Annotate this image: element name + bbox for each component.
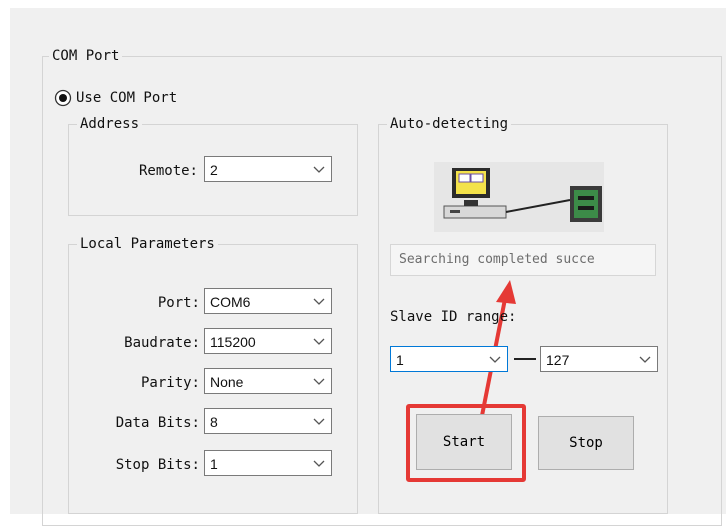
data-bits-select-value: 8 bbox=[210, 414, 218, 430]
chevron-down-icon bbox=[313, 166, 325, 173]
range-separator bbox=[514, 358, 536, 360]
stop-bits-select[interactable]: 1 bbox=[204, 450, 332, 476]
settings-panel: COM Port Use COM Port Address Remote: 2 … bbox=[10, 8, 726, 526]
auto-detecting-group-title: Auto-detecting bbox=[387, 115, 512, 133]
com-port-group-title: COM Port bbox=[49, 47, 123, 65]
parity-select[interactable]: None bbox=[204, 368, 332, 394]
baudrate-select-value: 115200 bbox=[210, 334, 256, 350]
slave-id-from-select[interactable]: 1 bbox=[390, 346, 508, 372]
local-parameters-group-title: Local Parameters bbox=[77, 235, 218, 253]
use-com-port-radio[interactable]: Use COM Port bbox=[54, 88, 224, 108]
radio-selected-icon bbox=[54, 89, 72, 107]
remote-label: Remote: bbox=[138, 163, 198, 179]
status-text-box: Searching completed succe bbox=[390, 244, 656, 276]
chevron-down-icon bbox=[489, 356, 501, 363]
use-com-port-label: Use COM Port bbox=[76, 90, 178, 106]
port-select[interactable]: COM6 bbox=[204, 288, 332, 314]
slave-id-range-label: Slave ID range: bbox=[390, 309, 517, 325]
stop-button[interactable]: Stop bbox=[538, 416, 634, 470]
slave-id-to-value: 127 bbox=[546, 352, 570, 368]
chevron-down-icon bbox=[313, 418, 325, 425]
stop-bits-label: Stop Bits: bbox=[115, 457, 200, 473]
remote-select[interactable]: 2 bbox=[204, 156, 332, 182]
computer-device-icon bbox=[434, 162, 604, 232]
chevron-down-icon bbox=[313, 460, 325, 467]
chevron-down-icon bbox=[313, 298, 325, 305]
status-text: Searching completed succe bbox=[399, 252, 595, 267]
baudrate-label: Baudrate: bbox=[124, 335, 200, 351]
slave-id-to-select[interactable]: 127 bbox=[540, 346, 658, 372]
chevron-down-icon bbox=[313, 338, 325, 345]
baudrate-select[interactable]: 115200 bbox=[204, 328, 332, 354]
port-select-value: COM6 bbox=[210, 294, 251, 310]
data-bits-label: Data Bits: bbox=[115, 415, 200, 431]
parity-select-value: None bbox=[210, 374, 244, 390]
stop-bits-select-value: 1 bbox=[210, 456, 218, 472]
slave-id-from-value: 1 bbox=[396, 352, 404, 368]
data-bits-select[interactable]: 8 bbox=[204, 408, 332, 434]
chevron-down-icon bbox=[639, 356, 651, 363]
port-label: Port: bbox=[157, 295, 200, 311]
chevron-down-icon bbox=[313, 378, 325, 385]
start-button[interactable]: Start bbox=[416, 414, 512, 470]
address-group-title: Address bbox=[77, 115, 143, 133]
remote-select-value: 2 bbox=[210, 162, 218, 178]
parity-label: Parity: bbox=[140, 375, 200, 391]
